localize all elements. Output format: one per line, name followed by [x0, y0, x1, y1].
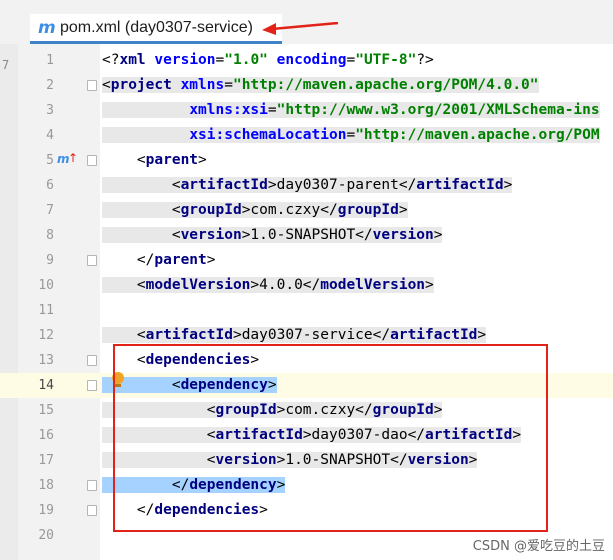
fold-toggle-icon[interactable] — [87, 380, 97, 391]
editor-tab-pom-xml[interactable]: m pom.xml (day0307-service) — [30, 14, 282, 44]
code-text: xmlns:xsi="http://www.w3.org/2001/XMLSch… — [102, 98, 600, 123]
line-number: 20 — [38, 528, 54, 543]
line-number: 7 — [46, 203, 54, 218]
code-line-1[interactable]: 1 <?xml version="1.0" encoding="UTF-8"?> — [0, 48, 613, 73]
code-text: <?xml version="1.0" encoding="UTF-8"?> — [102, 52, 434, 68]
editor-tab-bar: m pom.xml (day0307-service) — [0, 0, 613, 44]
line-number: 19 — [38, 503, 54, 518]
code-text: <modelVersion>4.0.0</modelVersion> — [102, 277, 434, 293]
line-number: 5 — [46, 153, 54, 168]
code-text: <parent> — [102, 152, 207, 168]
line-number: 3 — [46, 103, 54, 118]
line-number: 18 — [38, 478, 54, 493]
fold-toggle-icon[interactable] — [87, 80, 97, 91]
code-text: </parent> — [102, 252, 216, 268]
line-number: 6 — [46, 178, 54, 193]
code-line-5[interactable]: 5 <parent> — [0, 148, 613, 173]
code-line-2[interactable]: 2 <project xmlns="http://maven.apache.org… — [0, 73, 613, 98]
code-line-7[interactable]: 7 <groupId>com.czxy</groupId> — [0, 198, 613, 223]
code-text: <project xmlns="http://maven.apache.org/… — [102, 77, 539, 93]
fold-toggle-icon[interactable] — [87, 155, 97, 166]
line-number: 12 — [38, 328, 54, 343]
line-number: 9 — [46, 253, 54, 268]
fold-toggle-icon[interactable] — [87, 355, 97, 366]
code-line-8[interactable]: 8 <version>1.0-SNAPSHOT</version> — [0, 223, 613, 248]
code-text: <artifactId>day0307-parent</artifactId> — [102, 177, 513, 193]
code-line-11[interactable]: 11 — [0, 298, 613, 323]
fold-toggle-icon[interactable] — [87, 255, 97, 266]
override-up-arrow-icon: ↑ — [68, 151, 79, 165]
line-number: 13 — [38, 353, 54, 368]
maven-m-icon: m — [38, 18, 56, 38]
line-number: 15 — [38, 403, 54, 418]
line-number: 4 — [46, 128, 54, 143]
annotation-highlight-box — [113, 344, 548, 532]
code-text: <version>1.0-SNAPSHOT</version> — [102, 227, 443, 243]
code-line-4[interactable]: 4 xsi:schemaLocation="http://maven.apach… — [0, 123, 613, 148]
line-number: 16 — [38, 428, 54, 443]
code-line-3[interactable]: 3 xmlns:xsi="http://www.w3.org/2001/XMLS… — [0, 98, 613, 123]
code-text: <groupId>com.czxy</groupId> — [102, 202, 408, 218]
line-number: 8 — [46, 228, 54, 243]
code-line-9[interactable]: 9 </parent> — [0, 248, 613, 273]
line-number: 1 — [46, 53, 54, 68]
line-number: 14 — [38, 378, 54, 393]
code-line-10[interactable]: 10 <modelVersion>4.0.0</modelVersion> — [0, 273, 613, 298]
line-number: 2 — [46, 78, 54, 93]
code-text: xsi:schemaLocation="http://maven.apache.… — [102, 123, 600, 148]
fold-toggle-icon[interactable] — [87, 480, 97, 491]
annotation-arrow-icon — [262, 22, 339, 35]
code-line-6[interactable]: 6 <artifactId>day0307-parent</artifactId… — [0, 173, 613, 198]
watermark: CSDN @爱吃豆的土豆 — [472, 539, 605, 554]
line-number: 17 — [38, 453, 54, 468]
line-number: 10 — [38, 278, 54, 293]
line-number: 11 — [38, 303, 54, 318]
fold-toggle-icon[interactable] — [87, 505, 97, 516]
tab-title: pom.xml (day0307-service) — [60, 19, 253, 36]
